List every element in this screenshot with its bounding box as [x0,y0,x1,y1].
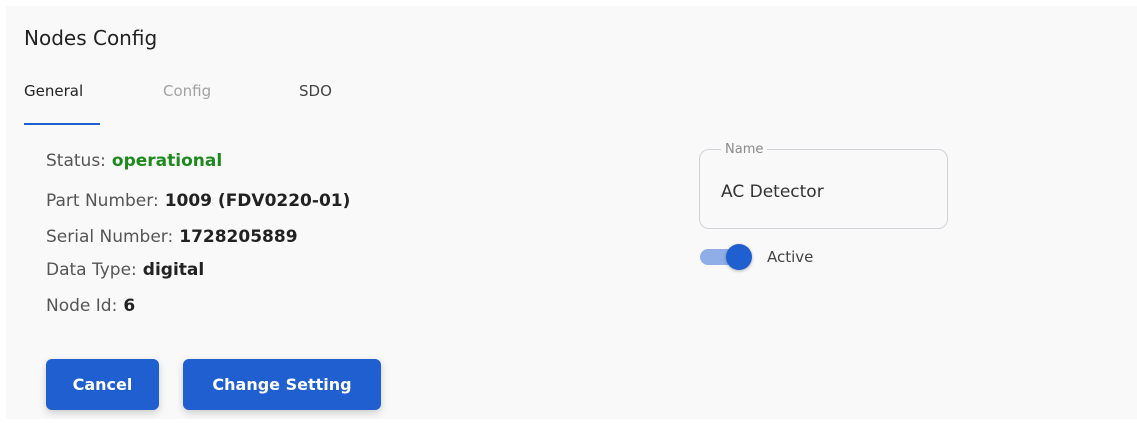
data-type-value: digital [142,260,205,280]
data-type-row: Data Type: digital [46,260,204,280]
status-label: Status: [46,151,106,171]
part-number-value: 1009 (FDV0220-01) [164,191,351,211]
serial-number-row: Serial Number: 1728205889 [46,227,298,247]
serial-number-value: 1728205889 [179,227,298,247]
active-tab-indicator [24,123,100,125]
tab-sdo[interactable]: SDO [299,82,332,100]
page-title: Nodes Config [24,26,158,50]
toggle-knob [726,244,752,270]
active-toggle[interactable] [700,244,754,270]
name-field-label: Name [721,142,768,157]
tab-config[interactable]: Config [163,82,211,100]
status-row: Status: operational [46,151,222,171]
serial-number-label: Serial Number: [46,227,174,247]
status-value: operational [111,151,223,171]
node-id-label: Node Id: [46,296,118,316]
tab-general[interactable]: General [24,82,83,100]
nodes-config-panel: Nodes Config General Config SDO Status: o… [6,6,1137,419]
part-number-row: Part Number: 1009 (FDV0220-01) [46,191,350,211]
data-type-label: Data Type: [46,260,137,280]
name-field-value: AC Detector [721,182,824,202]
part-number-label: Part Number: [46,191,159,211]
node-id-value: 6 [123,296,136,316]
node-id-row: Node Id: 6 [46,296,135,316]
change-setting-button[interactable]: Change Setting [183,359,381,410]
cancel-button[interactable]: Cancel [46,359,159,410]
active-toggle-label: Active [767,248,814,266]
